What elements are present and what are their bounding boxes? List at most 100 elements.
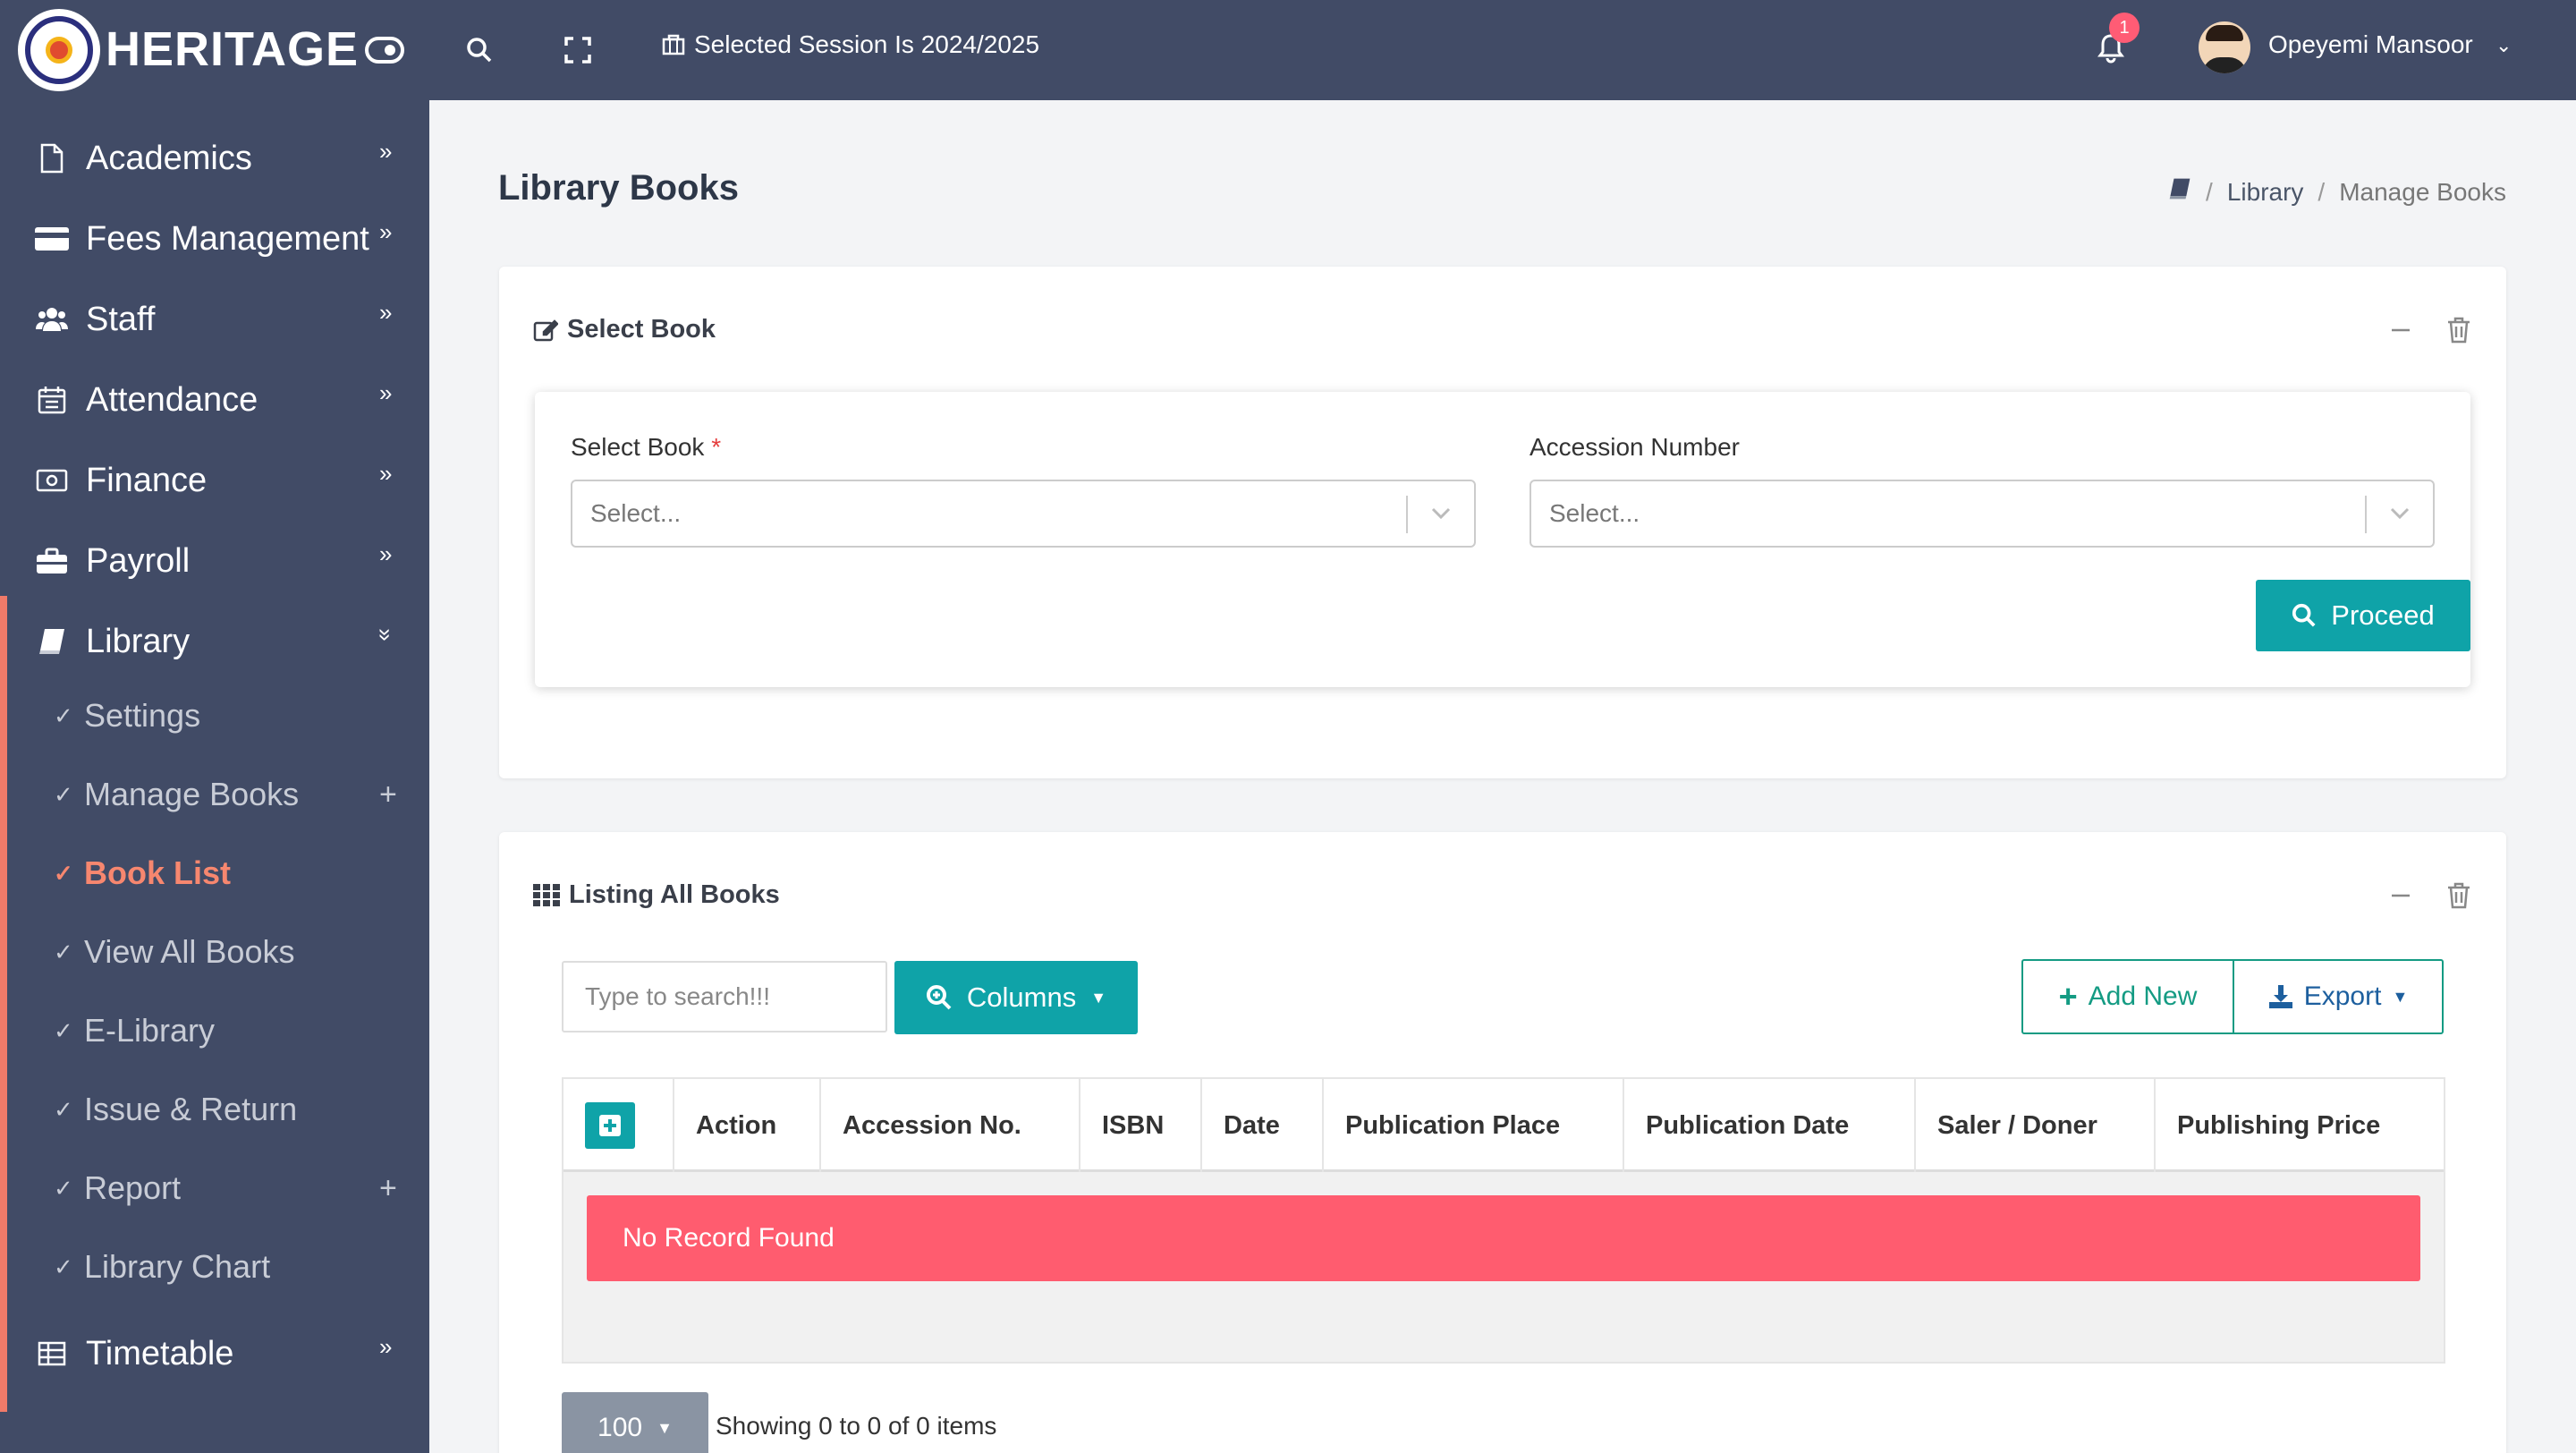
sidebar-subitem-library-chart[interactable]: ✓ Library Chart	[0, 1228, 429, 1306]
card-title: Listing All Books	[533, 880, 780, 910]
check-icon: ✓	[54, 1016, 73, 1044]
sidebar-item-payroll[interactable]: Payroll »	[0, 521, 429, 601]
chevron-double-right-icon: »	[379, 299, 393, 326]
breadcrumb-separator: /	[2318, 177, 2326, 206]
sidebar-subitem-issue-return[interactable]: ✓ Issue & Return	[0, 1070, 429, 1149]
add-new-label: Add New	[2088, 981, 2198, 1011]
sidebar-item-fees-management[interactable]: Fees Management »	[0, 199, 429, 279]
sidebar-item-label: Attendance	[86, 380, 258, 419]
export-label: Export	[2303, 981, 2382, 1011]
sidebar-subitem-label: Book List	[84, 854, 232, 891]
plus-icon[interactable]: +	[379, 777, 397, 812]
sidebar-subitem-manage-books[interactable]: ✓ Manage Books +	[0, 755, 429, 834]
chevron-double-right-icon: »	[379, 218, 393, 245]
search-input[interactable]	[562, 961, 887, 1032]
column-header-action[interactable]: Action	[674, 1079, 821, 1172]
session-indicator[interactable]: Selected Session Is 2024/2025	[662, 30, 1039, 59]
users-icon	[34, 302, 70, 337]
chevron-double-right-icon: »	[379, 138, 393, 165]
chevron-double-right-icon: »	[379, 1333, 393, 1360]
select-book-form: Select Book * Select... Accession Number…	[535, 392, 2470, 687]
dropdown-divider	[2365, 496, 2367, 533]
credit-card-icon	[34, 221, 70, 257]
export-button[interactable]: Export ▼	[2233, 959, 2444, 1034]
logo-center	[46, 37, 72, 64]
proceed-button[interactable]: Proceed	[2256, 580, 2470, 651]
breadcrumb-current: Manage Books	[2339, 177, 2506, 206]
sidebar-subitem-e-library[interactable]: ✓ E-Library	[0, 991, 429, 1070]
select-book-placeholder: Select...	[590, 499, 682, 527]
sidebar-item-label: Payroll	[86, 541, 191, 580]
sidebar-subitem-settings[interactable]: ✓ Settings	[0, 676, 429, 755]
columns-button[interactable]: Columns ▼	[894, 961, 1138, 1034]
chevron-down-icon[interactable]	[1429, 501, 1453, 529]
caret-down-icon: ▼	[657, 1418, 673, 1437]
sidebar-item-label: Academics	[86, 139, 252, 177]
sidebar-subitem-label: Manage Books	[84, 776, 300, 812]
listing-books-card: Listing All Books Columns ▼ + Add New Ex…	[499, 832, 2506, 1453]
logo-emblem	[25, 16, 93, 84]
sidebar-subitem-book-list[interactable]: ✓ Book List	[0, 834, 429, 913]
page-title: Library Books	[498, 168, 739, 208]
eye-toggle-icon[interactable]	[365, 30, 404, 70]
column-header-date[interactable]: Date	[1202, 1079, 1324, 1172]
sidebar-item-timetable[interactable]: Timetable »	[0, 1313, 429, 1394]
books-table: Action Accession No. ISBN Date Publicati…	[562, 1077, 2445, 1364]
card-tools	[2390, 882, 2470, 913]
user-name[interactable]: Opeyemi Mansoor	[2268, 30, 2473, 59]
calendar-icon	[34, 382, 70, 418]
expand-all-button[interactable]	[585, 1102, 635, 1149]
sidebar-item-staff[interactable]: Staff »	[0, 279, 429, 360]
file-icon	[34, 140, 70, 176]
check-icon: ✓	[54, 859, 73, 887]
select-book-dropdown[interactable]: Select...	[571, 480, 1476, 548]
sidebar-subitem-view-all-books[interactable]: ✓ View All Books	[0, 913, 429, 991]
check-icon: ✓	[54, 938, 73, 965]
sidebar-item-academics[interactable]: Academics »	[0, 118, 429, 199]
sidebar-item-library[interactable]: Library »	[0, 601, 429, 682]
grid-icon	[533, 883, 560, 906]
sidebar-subitem-report[interactable]: ✓ Report +	[0, 1149, 429, 1228]
card-title: Select Book	[533, 315, 716, 344]
column-header-publication-date[interactable]: Publication Date	[1624, 1079, 1916, 1172]
fullscreen-icon[interactable]	[558, 30, 597, 70]
sidebar-subitem-label: View All Books	[84, 933, 295, 970]
search-icon[interactable]	[460, 30, 499, 70]
minimize-icon[interactable]	[2390, 885, 2411, 911]
page-size-dropdown[interactable]: 100 ▼	[562, 1392, 708, 1453]
column-expand	[564, 1079, 674, 1172]
sidebar-item-label: Library	[86, 622, 191, 660]
sidebar-item-attendance[interactable]: Attendance »	[0, 360, 429, 440]
brand-name[interactable]: HERITAGE	[106, 21, 359, 77]
top-navbar: HERITAGE Selected Session Is 2024/2025 1…	[0, 0, 2576, 100]
column-header-publishing-price[interactable]: Publishing Price	[2156, 1079, 2444, 1172]
chevron-double-right-icon: »	[379, 460, 393, 487]
breadcrumb-library[interactable]: Library	[2227, 178, 2304, 207]
download-icon	[2268, 985, 2292, 1008]
add-new-button[interactable]: + Add New	[2021, 959, 2234, 1034]
plus-icon[interactable]: +	[379, 1171, 397, 1206]
sidebar-item-finance[interactable]: Finance »	[0, 440, 429, 521]
columns-label: Columns	[966, 981, 1077, 1013]
select-book-card: Select Book Select Book * Select... Acce…	[499, 267, 2506, 778]
chevron-down-icon[interactable]	[2388, 501, 2411, 529]
trash-icon[interactable]	[2447, 317, 2470, 348]
book-icon	[34, 624, 70, 659]
column-header-isbn[interactable]: ISBN	[1080, 1079, 1202, 1172]
trash-icon[interactable]	[2447, 882, 2470, 913]
minimize-icon[interactable]	[2390, 319, 2411, 345]
sidebar-item-label: Fees Management	[86, 219, 369, 258]
sidebar-subitem-label: Library Chart	[84, 1248, 271, 1285]
column-header-saler-doner[interactable]: Saler / Doner	[1916, 1079, 2156, 1172]
briefcase-icon	[34, 543, 70, 579]
required-marker: *	[711, 433, 722, 461]
school-logo[interactable]	[18, 9, 100, 91]
chevron-down-icon[interactable]: ⌄	[2496, 34, 2512, 57]
check-icon: ✓	[54, 1095, 73, 1123]
avatar[interactable]	[2199, 21, 2250, 73]
column-header-publication-place[interactable]: Publication Place	[1324, 1079, 1624, 1172]
accession-number-dropdown[interactable]: Select...	[1530, 480, 2435, 548]
column-header-accession-no[interactable]: Accession No.	[821, 1079, 1080, 1172]
accession-number-label: Accession Number	[1530, 433, 1740, 461]
book-icon[interactable]	[2168, 177, 2191, 207]
